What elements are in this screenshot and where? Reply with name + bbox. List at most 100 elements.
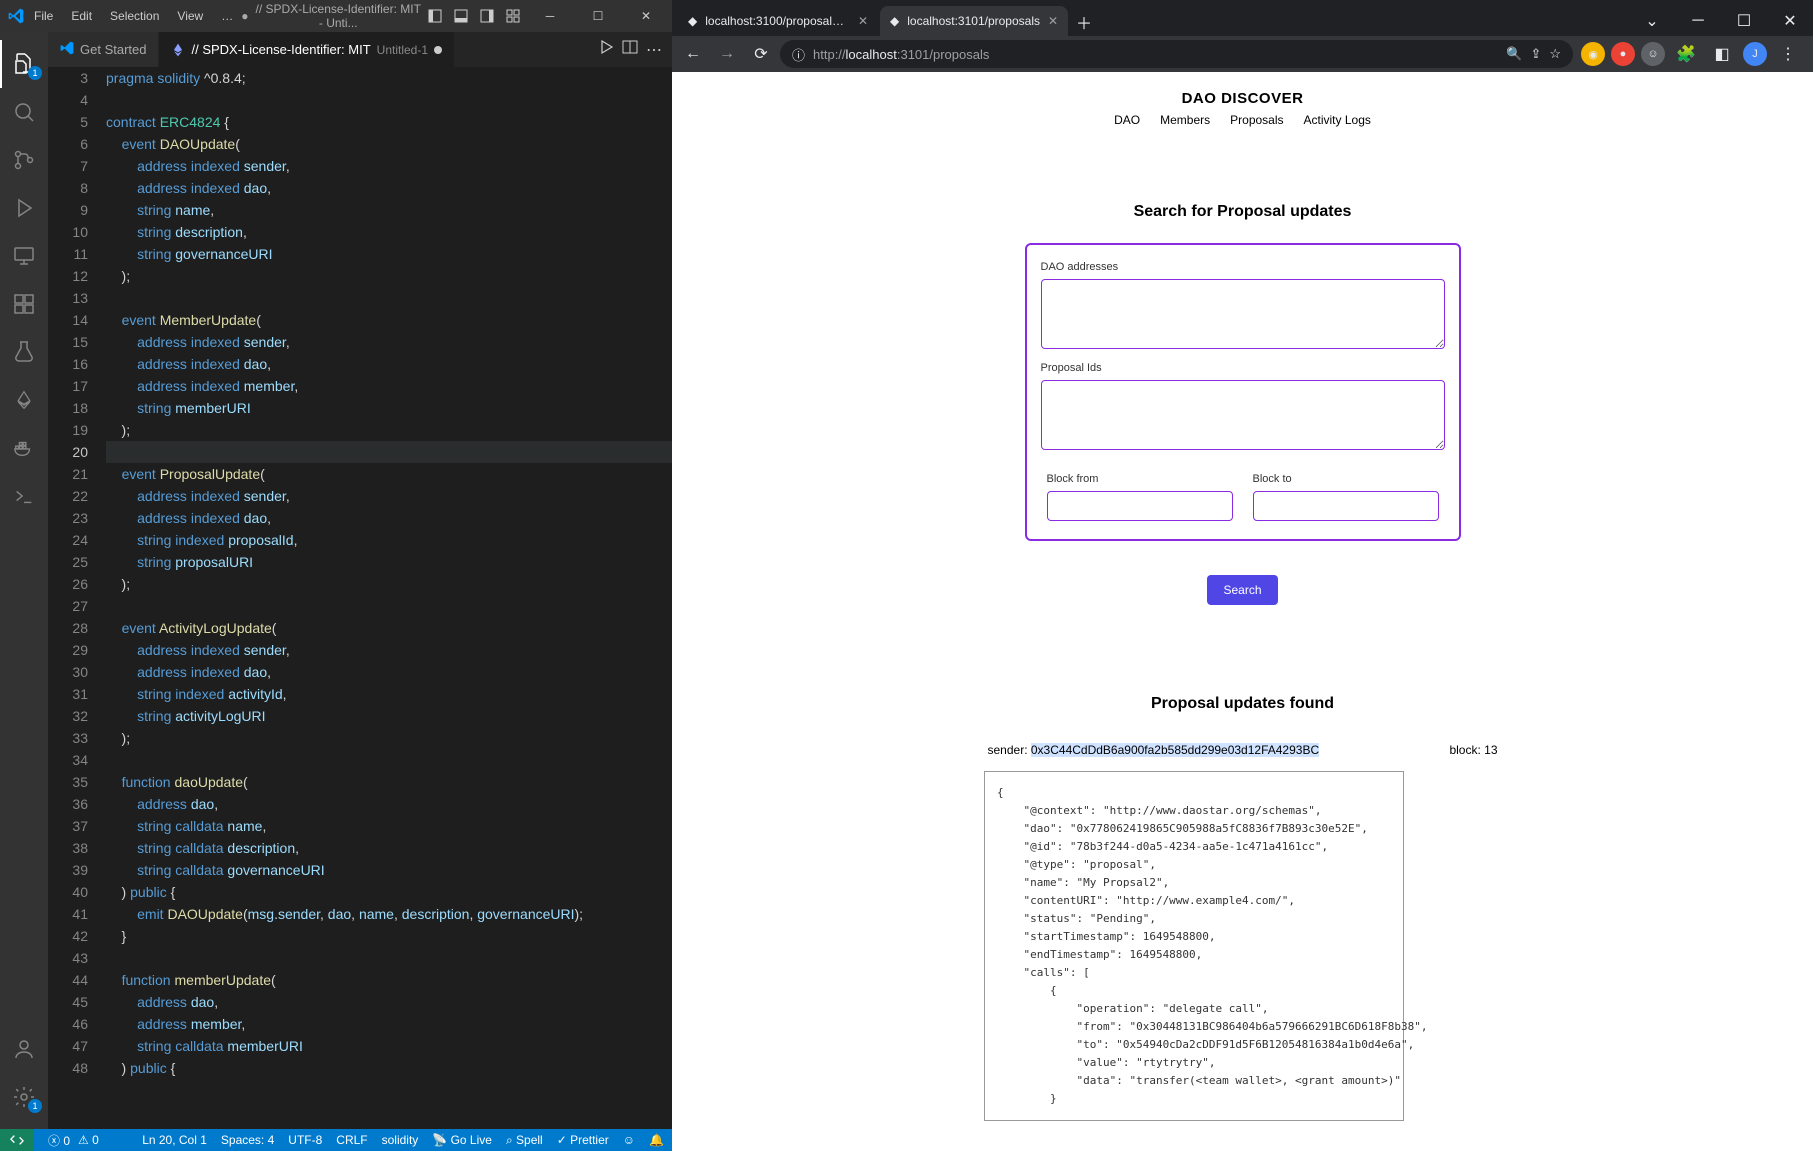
omnibox[interactable]: ⓘ http://localhost:3101/proposals 🔍 ⇪ ☆ bbox=[780, 40, 1573, 68]
extension-3-icon[interactable]: ☺ bbox=[1641, 42, 1665, 66]
forward-button[interactable]: → bbox=[712, 39, 742, 69]
close-icon[interactable]: ✕ bbox=[624, 0, 668, 32]
split-editor-icon[interactable] bbox=[622, 39, 638, 60]
bookmark-icon[interactable]: ☆ bbox=[1549, 46, 1561, 62]
status-eol[interactable]: CRLF bbox=[336, 1133, 367, 1147]
layout-bottom-icon[interactable] bbox=[450, 5, 472, 27]
nav-members[interactable]: Members bbox=[1160, 113, 1210, 127]
site-title: DAO DISCOVER bbox=[1182, 90, 1304, 107]
search-button[interactable]: Search bbox=[1207, 575, 1277, 605]
more-icon[interactable]: ⋯ bbox=[646, 40, 662, 60]
extension-1-icon[interactable]: ◉ bbox=[1581, 42, 1605, 66]
minimize-icon[interactable]: ─ bbox=[528, 0, 572, 32]
menu-edit[interactable]: Edit bbox=[63, 5, 100, 27]
menu-selection[interactable]: Selection bbox=[102, 5, 167, 27]
tab-suffix: Untitled-1 bbox=[377, 43, 428, 57]
status-golive[interactable]: 📡 Go Live bbox=[432, 1133, 492, 1147]
tab-get-started[interactable]: Get Started bbox=[48, 32, 159, 67]
layout-left-icon[interactable] bbox=[424, 5, 446, 27]
activity-debug-icon[interactable] bbox=[0, 184, 48, 232]
extension-2-icon[interactable]: ● bbox=[1611, 42, 1635, 66]
nav-dao[interactable]: DAO bbox=[1114, 113, 1140, 127]
activity-docker-icon[interactable] bbox=[0, 424, 48, 472]
proposal-ids-input[interactable] bbox=[1041, 380, 1445, 450]
block-value: 13 bbox=[1484, 743, 1497, 757]
url-text: http://localhost:3101/proposals bbox=[813, 47, 1498, 62]
status-warnings[interactable]: ⚠ 0 bbox=[78, 1133, 99, 1147]
status-bell-icon[interactable]: 🔔 bbox=[649, 1133, 664, 1147]
vscode-logo-icon bbox=[8, 8, 24, 24]
vscode-logo-icon bbox=[60, 41, 74, 58]
search-heading: Search for Proposal updates bbox=[1134, 203, 1352, 221]
status-prettier[interactable]: ✓ Prettier bbox=[557, 1133, 609, 1147]
close-icon[interactable]: ✕ bbox=[1767, 6, 1813, 36]
dao-addresses-input[interactable] bbox=[1041, 279, 1445, 349]
zoom-icon[interactable]: 🔍 bbox=[1506, 46, 1522, 62]
browser-tabstrip: ◆ localhost:3100/proposals/create! ✕ ◆ l… bbox=[672, 0, 1813, 36]
share-icon[interactable]: ⇪ bbox=[1530, 46, 1541, 62]
status-spaces[interactable]: Spaces: 4 bbox=[221, 1133, 274, 1147]
profile-avatar[interactable]: J bbox=[1743, 42, 1767, 66]
site-info-icon[interactable]: ⓘ bbox=[792, 45, 805, 64]
status-encoding[interactable]: UTF-8 bbox=[288, 1133, 322, 1147]
kebab-menu-icon[interactable]: ⋮ bbox=[1773, 39, 1803, 69]
label-dao-addresses: DAO addresses bbox=[1041, 261, 1445, 273]
window-title: // SPDX-License-Identifier: MIT - Unti..… bbox=[252, 2, 424, 30]
caret-down-icon[interactable]: ⌄ bbox=[1629, 6, 1675, 36]
activity-explorer-icon[interactable]: 1 bbox=[0, 40, 48, 88]
vscode-titlebar: File Edit Selection View … ● // SPDX-Lic… bbox=[0, 0, 672, 32]
code-editor[interactable]: 3456789101112131415161718192021222324252… bbox=[48, 67, 672, 1129]
block-to-input[interactable] bbox=[1253, 491, 1439, 521]
status-errors[interactable]: ⓧ 0 bbox=[48, 1132, 70, 1149]
tab-dirty-dot-icon bbox=[434, 46, 442, 54]
activity-extensions-icon[interactable] bbox=[0, 280, 48, 328]
reload-button[interactable]: ⟳ bbox=[746, 39, 776, 69]
label-block-to: Block to bbox=[1253, 473, 1439, 485]
status-feedback-icon[interactable]: ☺ bbox=[623, 1133, 635, 1147]
tab-close-icon[interactable]: ✕ bbox=[1048, 14, 1058, 28]
activity-settings-icon[interactable]: 1 bbox=[0, 1073, 48, 1121]
menu-file[interactable]: File bbox=[26, 5, 61, 27]
status-ln-col[interactable]: Ln 20, Col 1 bbox=[142, 1133, 207, 1147]
extensions-puzzle-icon[interactable]: 🧩 bbox=[1671, 39, 1701, 69]
editor-area: Get Started // SPDX-License-Identifier: … bbox=[48, 32, 672, 1129]
browser-toolbar: ← → ⟳ ⓘ http://localhost:3101/proposals … bbox=[672, 36, 1813, 72]
activity-account-icon[interactable] bbox=[0, 1025, 48, 1073]
activity-remote-icon[interactable] bbox=[0, 232, 48, 280]
activity-ethereum-icon[interactable] bbox=[0, 376, 48, 424]
browser-tab-0[interactable]: ◆ localhost:3100/proposals/create! ✕ bbox=[678, 6, 878, 36]
run-icon[interactable] bbox=[598, 39, 614, 60]
page-content: DAO DISCOVER DAO Members Proposals Activ… bbox=[672, 72, 1813, 1151]
maximize-icon[interactable]: ☐ bbox=[576, 0, 620, 32]
nav-proposals[interactable]: Proposals bbox=[1230, 113, 1283, 127]
tab-untitled-1[interactable]: // SPDX-License-Identifier: MIT Untitled… bbox=[159, 32, 455, 67]
layout-right-icon[interactable] bbox=[476, 5, 498, 27]
tab-close-icon[interactable]: ✕ bbox=[858, 14, 868, 28]
browser-tab-1[interactable]: ◆ localhost:3101/proposals ✕ bbox=[880, 6, 1068, 36]
menu-view[interactable]: View bbox=[169, 5, 211, 27]
menu-overflow[interactable]: … bbox=[213, 5, 241, 27]
activity-testing-icon[interactable] bbox=[0, 328, 48, 376]
tab-title: localhost:3100/proposals/create! bbox=[705, 14, 850, 28]
back-button[interactable]: ← bbox=[678, 39, 708, 69]
favicon-icon: ◆ bbox=[688, 14, 697, 28]
status-language[interactable]: solidity bbox=[382, 1133, 419, 1147]
tab-label: Get Started bbox=[80, 42, 146, 57]
sidepanel-icon[interactable]: ◧ bbox=[1707, 39, 1737, 69]
block-from-input[interactable] bbox=[1047, 491, 1233, 521]
title-dirty-dot: ● bbox=[241, 9, 248, 23]
remote-indicator-icon[interactable] bbox=[0, 1129, 34, 1151]
maximize-icon[interactable]: ☐ bbox=[1721, 6, 1767, 36]
nav-activitylogs[interactable]: Activity Logs bbox=[1304, 113, 1371, 127]
explorer-badge: 1 bbox=[28, 66, 42, 80]
search-form: DAO addresses Proposal Ids Block from Bl… bbox=[1025, 243, 1461, 541]
activity-git-icon[interactable] bbox=[0, 136, 48, 184]
activity-search-icon[interactable] bbox=[0, 88, 48, 136]
layout-grid-icon[interactable] bbox=[502, 5, 524, 27]
status-spell[interactable]: ⌕ Spell bbox=[506, 1133, 543, 1148]
tab-title: localhost:3101/proposals bbox=[907, 14, 1040, 28]
minimize-icon[interactable]: ─ bbox=[1675, 6, 1721, 36]
activity-bar: 1 1 bbox=[0, 32, 48, 1129]
new-tab-button[interactable]: ＋ bbox=[1070, 8, 1098, 36]
activity-terminal-icon[interactable] bbox=[0, 472, 48, 520]
